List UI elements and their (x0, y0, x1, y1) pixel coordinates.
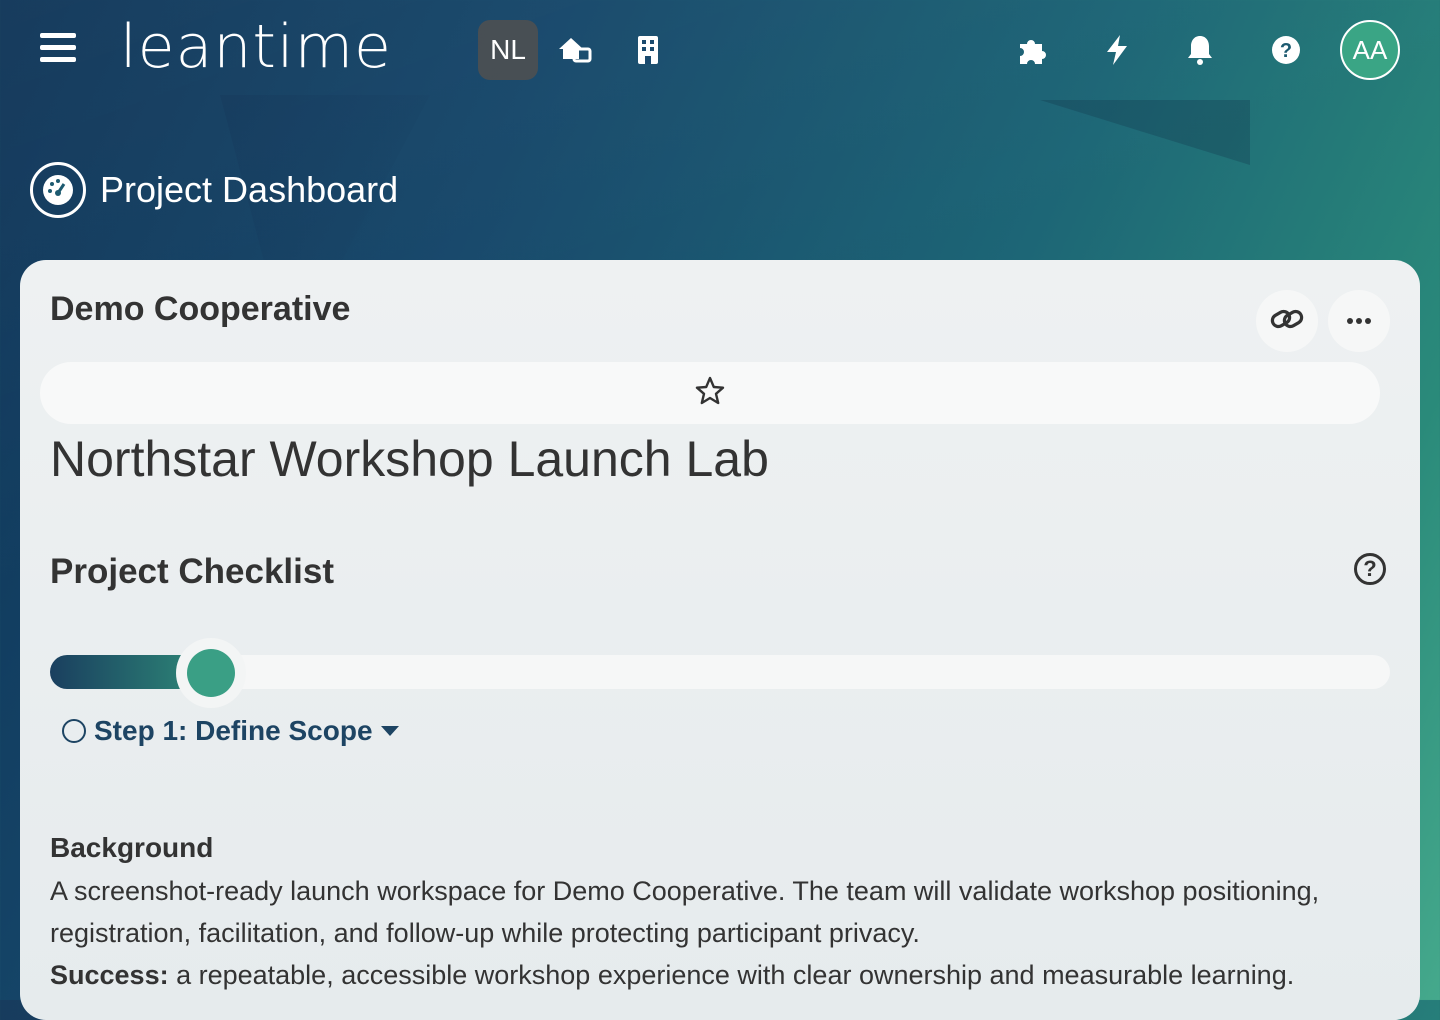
more-options-button[interactable] (1328, 290, 1390, 352)
home-icon[interactable] (557, 32, 593, 68)
checklist-progress-knob[interactable] (175, 638, 246, 708)
bell-icon[interactable] (1182, 32, 1218, 68)
svg-text:?: ? (1280, 40, 1292, 62)
help-icon[interactable]: ? (1268, 32, 1304, 68)
checklist-progress-track (50, 638, 1390, 708)
puzzle-icon[interactable] (1014, 32, 1050, 68)
success-text: Success: a repeatable, accessible worksh… (50, 954, 1294, 996)
link-icon (1270, 307, 1304, 336)
background-text: A screenshot-ready launch workspace for … (50, 876, 1320, 948)
page-header: Project Dashboard (30, 160, 398, 220)
page-title: Project Dashboard (100, 169, 399, 210)
success-label: Success: (50, 960, 169, 990)
checklist-title: Project Checklist (50, 552, 334, 591)
hamburger-menu-icon[interactable] (40, 33, 76, 67)
checklist-help-icon[interactable]: ? (1354, 553, 1386, 585)
caret-down-icon (380, 726, 399, 736)
top-bar: leantime NL ? AA (0, 0, 1440, 100)
background-heading: Background (50, 832, 214, 863)
current-step-dropdown[interactable]: Step 1: Define Scope (62, 715, 399, 747)
organization-name: Demo Cooperative (50, 290, 351, 328)
copy-link-button[interactable] (1256, 290, 1318, 352)
building-icon[interactable] (630, 32, 666, 68)
favorite-bar[interactable] (40, 362, 1380, 424)
success-description: a repeatable, accessible workshop experi… (168, 960, 1295, 990)
step-label: Step 1: Define Scope (94, 715, 373, 746)
step-status-circle-icon (62, 719, 86, 743)
dashboard-gauge-icon (30, 162, 86, 218)
background-shape (1040, 100, 1250, 165)
ellipsis-icon (1346, 312, 1372, 330)
project-badge[interactable]: NL (478, 20, 538, 80)
star-icon[interactable] (695, 376, 725, 411)
app-logo[interactable]: leantime (120, 12, 392, 82)
bolt-icon[interactable] (1099, 32, 1135, 68)
project-name: Northstar Workshop Launch Lab (50, 431, 769, 487)
user-avatar[interactable]: AA (1340, 20, 1400, 80)
project-card: Demo Cooperative Northstar Workshop Laun… (20, 260, 1420, 1020)
